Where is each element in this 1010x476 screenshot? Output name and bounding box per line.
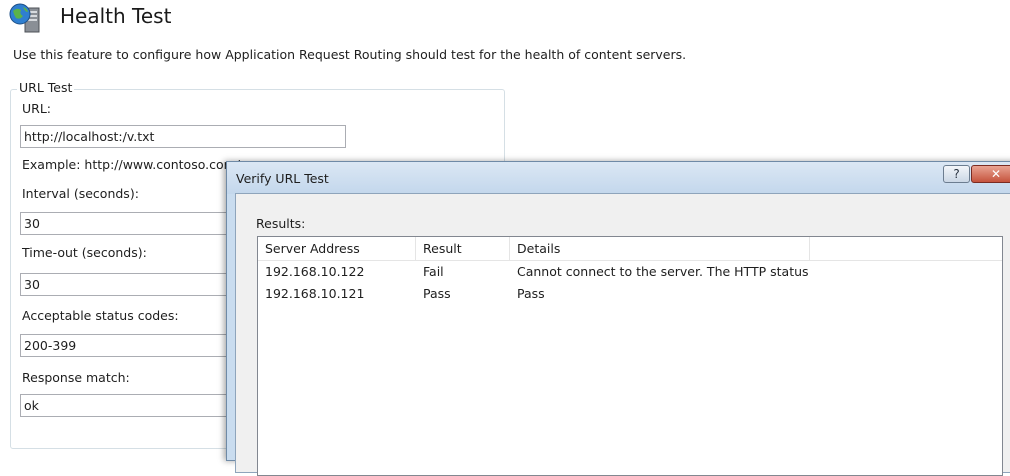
column-result[interactable]: Result [416, 237, 510, 260]
results-list-header: Server Address Result Details [258, 237, 1002, 261]
url-input[interactable]: http://localhost:/v.txt [20, 125, 346, 148]
row-result: Pass [423, 286, 451, 301]
verify-url-test-dialog: Verify URL Test ? ✕ Results: Server Addr… [226, 161, 1010, 476]
table-row[interactable]: 192.168.10.122 Fail Cannot connect to th… [258, 261, 1002, 283]
column-details[interactable]: Details [510, 237, 810, 260]
row-details: Pass [517, 286, 545, 301]
help-button[interactable]: ? [943, 165, 970, 183]
status-codes-input[interactable]: 200-399 [20, 334, 250, 357]
close-icon: ✕ [990, 167, 1002, 181]
row-server-address: 192.168.10.122 [265, 264, 365, 279]
page-description: Use this feature to configure how Applic… [13, 47, 687, 62]
row-details: Cannot connect to the server. The HTTP s… [517, 264, 810, 279]
response-match-label: Response match: [22, 370, 130, 385]
row-server-address: 192.168.10.121 [265, 286, 365, 301]
url-test-legend: URL Test [17, 80, 75, 95]
timeout-input[interactable]: 30 [20, 273, 250, 296]
column-server-address[interactable]: Server Address [258, 237, 416, 260]
results-label: Results: [256, 216, 306, 231]
status-codes-label: Acceptable status codes: [22, 308, 179, 323]
dialog-content: Results: Server Address Result Details 1… [235, 193, 1010, 476]
interval-input[interactable]: 30 [20, 212, 250, 235]
results-list[interactable]: Server Address Result Details 192.168.10… [257, 236, 1003, 476]
timeout-label: Time-out (seconds): [22, 245, 147, 260]
dialog-titlebar[interactable] [227, 162, 1010, 194]
page-title: Health Test [60, 4, 172, 28]
url-example-text: Example: http://www.contoso.com/ [22, 157, 241, 172]
response-match-input[interactable]: ok [20, 394, 250, 417]
close-button[interactable]: ✕ [971, 165, 1010, 183]
url-label: URL: [22, 101, 52, 116]
help-icon: ? [953, 167, 960, 181]
row-result: Fail [423, 264, 444, 279]
interval-label: Interval (seconds): [22, 186, 139, 201]
table-row[interactable]: 192.168.10.121 Pass Pass [258, 283, 1002, 305]
dialog-title: Verify URL Test [236, 171, 329, 186]
health-test-globe-server-icon [8, 2, 44, 34]
